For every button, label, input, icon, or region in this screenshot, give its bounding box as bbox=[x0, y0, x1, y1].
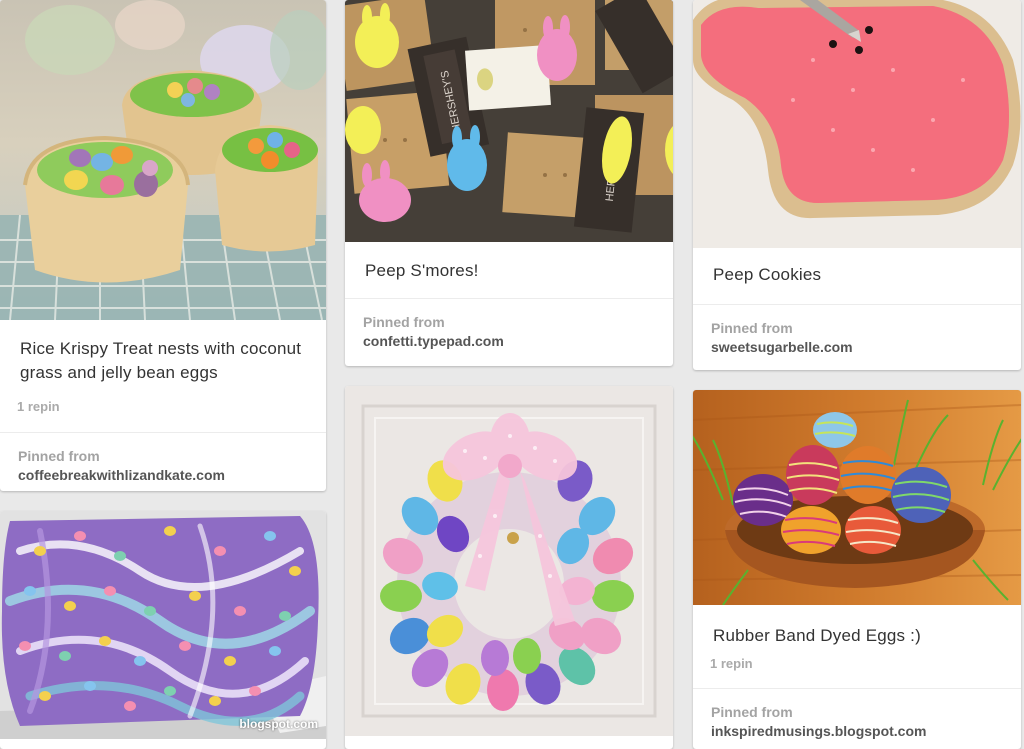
pin-source[interactable]: Pinned from sweetsugarbelle.com bbox=[693, 304, 1021, 370]
pin-source-label: Pinned from bbox=[711, 320, 793, 336]
pin-card-peep-cookies[interactable]: Peep Cookies Pinned from sweetsugarbelle… bbox=[693, 0, 1021, 370]
pin-card-rubber-band-eggs[interactable]: Rubber Band Dyed Eggs :) 1 repin Pinned … bbox=[693, 390, 1021, 749]
pin-image-peep-smores[interactable]: HERSHEY'S HERSHEY'S bbox=[345, 0, 673, 242]
pin-source[interactable]: Pinned from confetti.typepad.com bbox=[345, 298, 673, 366]
pin-description: Peep S'mores! bbox=[365, 261, 479, 280]
pin-source[interactable]: Pinned from coffeebreakwithlizandkate.co… bbox=[0, 432, 326, 491]
pin-repin-count[interactable]: 1 repin bbox=[693, 656, 1021, 671]
pin-source-label: Pinned from bbox=[363, 314, 445, 330]
pin-image-candy-bark[interactable]: blogspot.com bbox=[0, 511, 326, 739]
pin-source-label: Pinned from bbox=[18, 448, 100, 464]
pin-source-domain[interactable]: inkspiredmusings.blogspot.com bbox=[711, 722, 1003, 741]
image-watermark: blogspot.com bbox=[239, 717, 318, 731]
pin-description: Peep Cookies bbox=[713, 265, 822, 284]
pin-source-label: Pinned from bbox=[711, 704, 793, 720]
pin-source[interactable]: Pinned from inkspiredmusings.blogspot.co… bbox=[693, 688, 1021, 749]
pin-source-domain[interactable]: coffeebreakwithlizandkate.com bbox=[18, 466, 308, 485]
pin-card-peep-smores[interactable]: HERSHEY'S HERSHEY'S bbox=[345, 0, 673, 366]
pin-image-egg-wreath[interactable] bbox=[345, 386, 673, 736]
pin-description: Rice Krispy Treat nests with coconut gra… bbox=[20, 339, 302, 382]
pin-card-rice-krispy[interactable]: Rice Krispy Treat nests with coconut gra… bbox=[0, 0, 326, 491]
pin-source-domain[interactable]: sweetsugarbelle.com bbox=[711, 338, 1003, 357]
pin-image-rice-krispy[interactable] bbox=[0, 0, 326, 320]
pin-card-candy-bark[interactable]: blogspot.com bbox=[0, 511, 326, 749]
pin-source-domain[interactable]: confetti.typepad.com bbox=[363, 332, 655, 351]
pin-image-rubber-band-eggs[interactable] bbox=[693, 390, 1021, 605]
pin-image-peep-cookies[interactable] bbox=[693, 0, 1021, 248]
pin-repin-count[interactable]: 1 repin bbox=[0, 399, 326, 414]
pin-card-egg-wreath[interactable] bbox=[345, 386, 673, 749]
pin-description: Rubber Band Dyed Eggs :) bbox=[713, 626, 921, 645]
